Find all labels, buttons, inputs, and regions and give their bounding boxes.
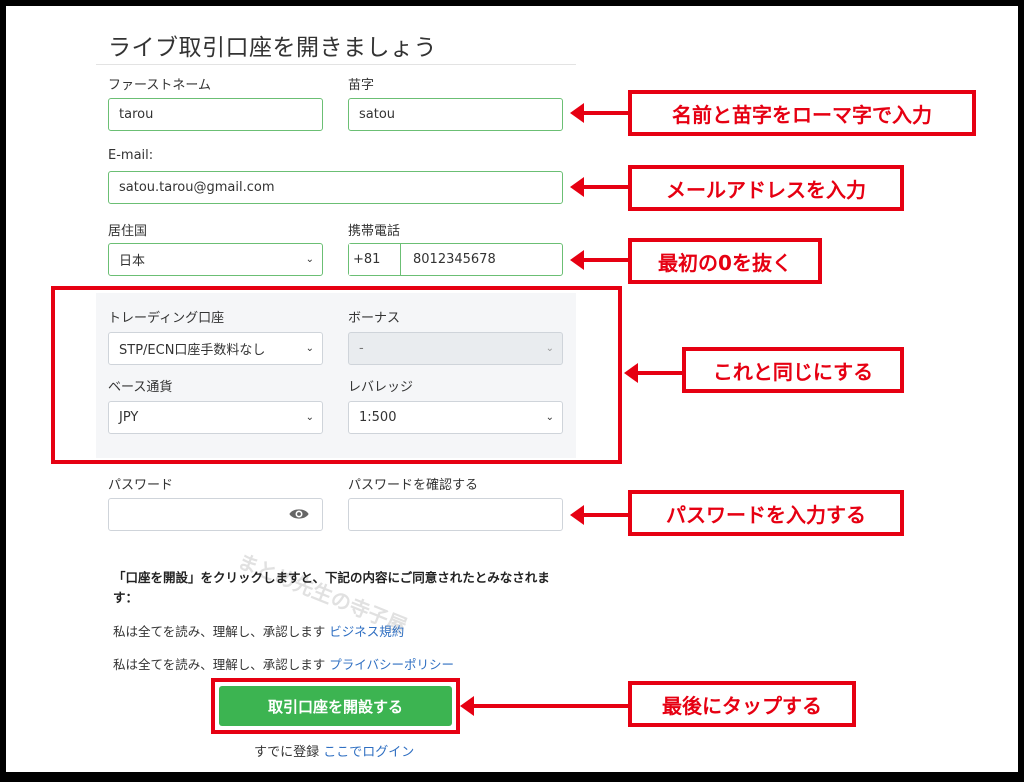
- agree-terms-row: 私は全てを読み、理解し、承認します ビジネス規約: [113, 621, 404, 640]
- callout-submit: 最後にタップする: [628, 681, 856, 727]
- agree-privacy-text: 私は全てを読み、理解し、承認します: [113, 657, 330, 672]
- last-name-label: 苗字: [348, 78, 375, 93]
- phone-value: 8012345678: [413, 252, 496, 267]
- arrow-left-icon: [624, 363, 682, 383]
- title-divider: [96, 64, 576, 65]
- last-name-value: satou: [359, 107, 396, 122]
- arrow-left-icon: [460, 696, 628, 716]
- arrow-left-icon: [570, 177, 628, 197]
- callout-email: メールアドレスを入力: [628, 165, 904, 211]
- chevron-down-icon: ⌄: [305, 254, 314, 265]
- phone-input[interactable]: +81 8012345678: [348, 243, 563, 276]
- first-name-value: tarou: [119, 107, 154, 122]
- arrow-left-icon: [570, 103, 628, 123]
- consent-text: 「口座を開設」をクリックしますと、下記の内容にご同意されたとみなされます：: [113, 570, 550, 605]
- first-name-label: ファーストネーム: [108, 78, 211, 93]
- email-value: satou.tarou@gmail.com: [119, 180, 275, 195]
- eye-icon[interactable]: [288, 507, 310, 521]
- callout-panel: これと同じにする: [682, 347, 904, 393]
- password-label: パスワード: [108, 478, 174, 493]
- phone-label: 携帯電話: [348, 224, 401, 239]
- page-title: ライブ取引口座を開きましょう: [108, 35, 437, 61]
- country-select[interactable]: 日本 ⌄: [108, 243, 323, 276]
- country-value: 日本: [119, 254, 146, 269]
- login-text: すでに登録: [254, 745, 324, 760]
- business-terms-link[interactable]: ビジネス規約: [329, 624, 404, 639]
- arrow-left-icon: [570, 250, 628, 270]
- country-label: 居住国: [108, 224, 148, 239]
- callout-password: パスワードを入力する: [628, 490, 904, 536]
- email-input[interactable]: satou.tarou@gmail.com: [108, 171, 563, 204]
- callout-phone: 最初の0を抜く: [628, 238, 822, 284]
- email-label: E-mail:: [108, 148, 154, 163]
- arrow-left-icon: [570, 505, 628, 525]
- last-name-input[interactable]: satou: [348, 98, 563, 131]
- open-account-button[interactable]: 取引口座を開設する: [219, 686, 452, 726]
- agree-terms-text: 私は全てを読み、理解し、承認します: [113, 624, 330, 639]
- password-confirm-label: パスワードを確認する: [348, 478, 479, 493]
- phone-prefix: +81: [349, 244, 401, 275]
- panel-highlight: [51, 286, 622, 464]
- callout-name: 名前と苗字をローマ字で入力: [628, 90, 976, 136]
- password-input[interactable]: [108, 498, 323, 531]
- first-name-input[interactable]: tarou: [108, 98, 323, 131]
- password-confirm-input[interactable]: [348, 498, 563, 531]
- privacy-policy-link[interactable]: プライバシーポリシー: [329, 657, 454, 672]
- login-row: すでに登録 ここでログイン: [254, 741, 414, 760]
- agree-privacy-row: 私は全てを読み、理解し、承認します プライバシーポリシー: [113, 654, 454, 673]
- login-link[interactable]: ここでログイン: [323, 745, 414, 760]
